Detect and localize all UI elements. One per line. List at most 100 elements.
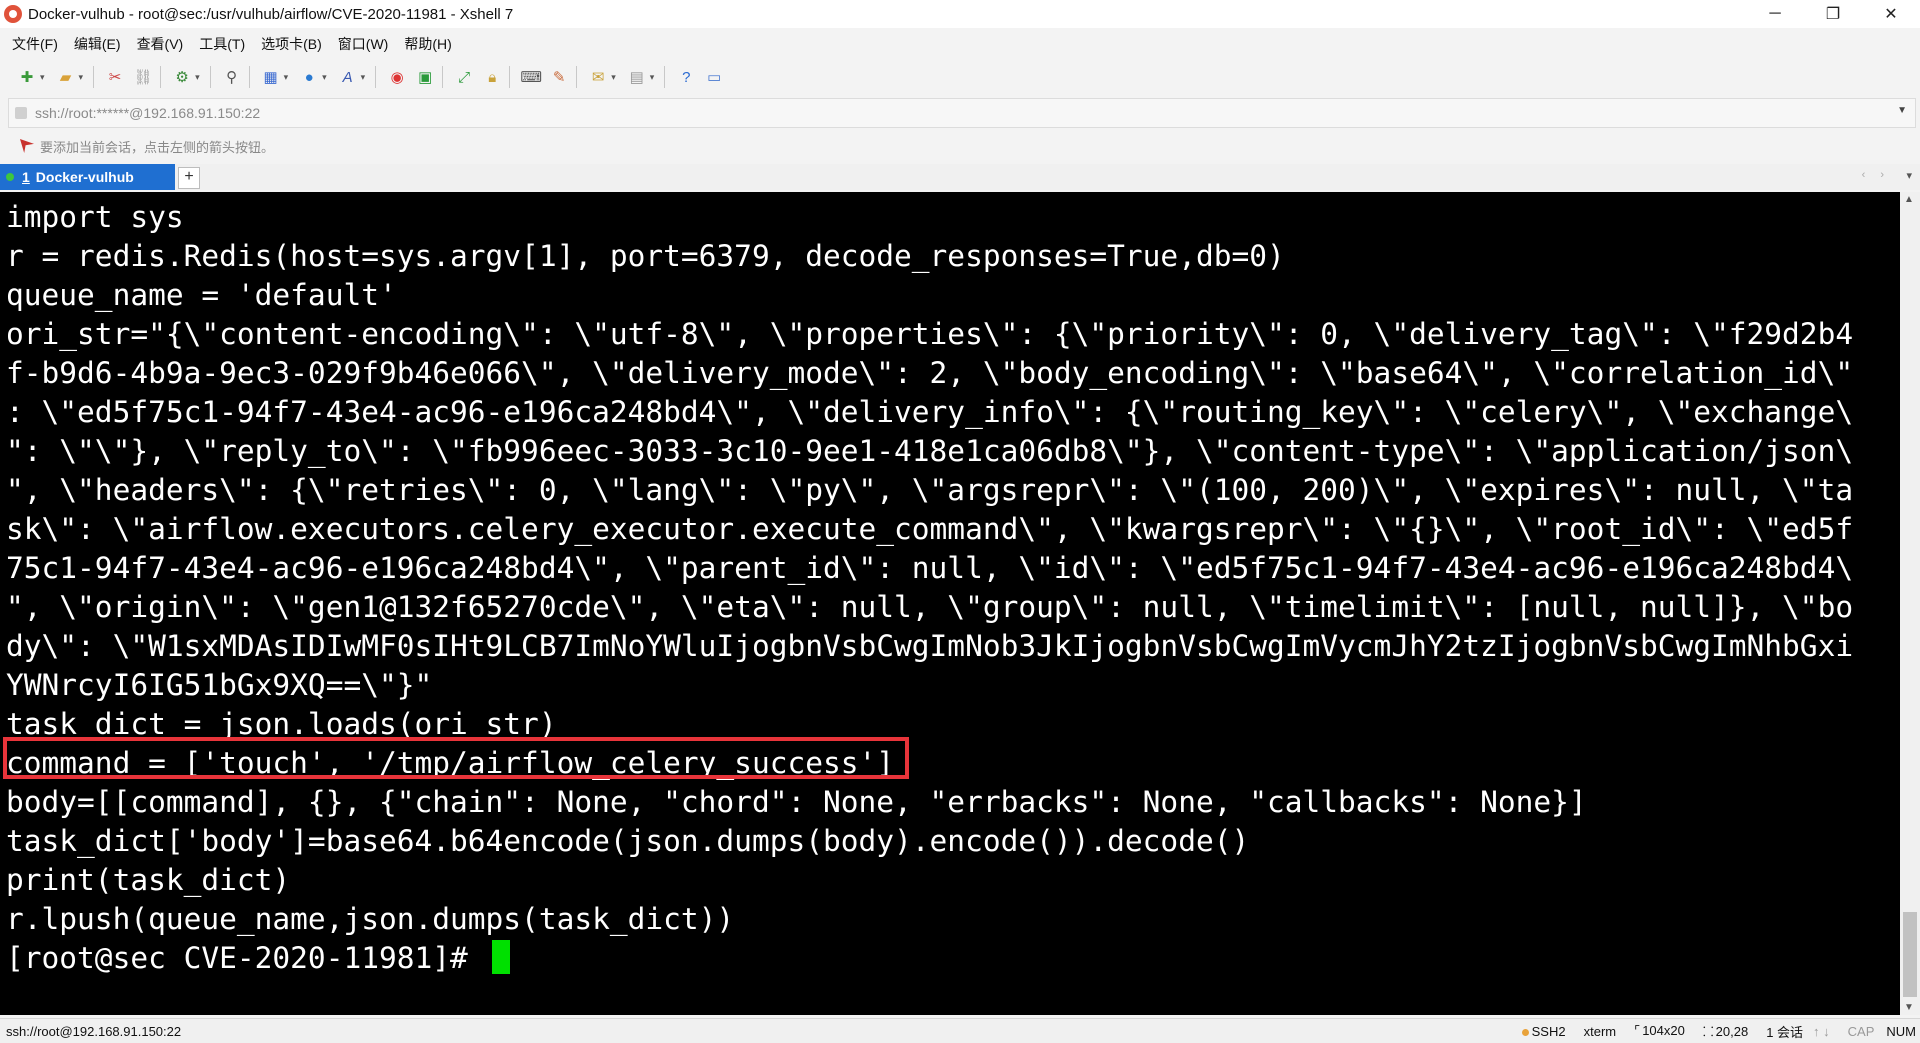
terminal-line: ", \"headers\": {\"retries\": 0, \"lang\… [6,473,1854,507]
terminal-line: r = redis.Redis(host=sys.argv[1], port=6… [6,239,1285,273]
properties-icon[interactable]: ⚙ [171,66,193,88]
chat-icon[interactable]: ▭ [703,66,725,88]
status-protocol-text: SSH2 [1531,1023,1566,1039]
status-connection: ssh://root@192.168.91.150:22 [6,1023,182,1039]
scroll-down-icon[interactable]: ▼ [1904,1002,1914,1013]
terminal-line: YWNrcyI6IG51bGx9XQ==\"}" [6,668,433,702]
shell-prompt: [root@sec CVE-2020-11981]# [6,941,486,975]
terminal-line: f-b9d6-4b9a-9ec3-029f9b46e066\", \"deliv… [6,356,1854,390]
help-icon[interactable]: ? [675,66,697,88]
terminal-line: r.lpush(queue_name,json.dumps(task_dict)… [6,902,735,936]
menu-file[interactable]: 文件(F) [12,34,58,54]
scroll-up-icon[interactable]: ▲ [1904,194,1914,205]
menu-tools[interactable]: 工具(T) [199,34,245,54]
terminal-line: queue_name = 'default' [6,278,397,312]
chevron-down-icon[interactable]: ▾ [40,72,45,83]
toolbar-separator [664,66,666,88]
scrollbar-thumb[interactable] [1903,912,1917,997]
terminal-line: : \"ed5f75c1-94f7-43e4-ac96-e196ca248bd4… [6,395,1854,429]
menu-tab[interactable]: 选项卡(B) [261,34,322,54]
terminal-line: dy\": \"W1sxMDAsIDIwMF0sIHt9LCB7ImNoYWlu… [6,629,1854,663]
status-size: ⌜ 104x20 [1634,1023,1685,1039]
connect-icon[interactable]: ✂ [104,66,126,88]
xftp-icon[interactable]: ▣ [414,66,436,88]
status-cursor-pos-text: 20,28 [1715,1024,1749,1039]
terminal-line: ori_str="{\"content-encoding\": \"utf-8\… [6,317,1854,351]
toolbar-separator [160,66,162,88]
terminal-line: body=[[command], {}, {"chain": None, "ch… [6,785,1587,819]
maximize-button[interactable]: ❐ [1804,0,1862,28]
close-button[interactable]: ✕ [1862,0,1920,28]
chevron-down-icon[interactable]: ▾ [195,72,200,83]
toolbar-separator [375,66,377,88]
fullscreen-icon[interactable]: ⤢ [453,66,475,88]
status-right-group: SSH2 xterm ⌜ 104x20 ⸬ 20,28 1 会话 ↑ ↓ CAP N… [1504,1019,1916,1043]
menu-help[interactable]: 帮助(H) [404,34,451,54]
terminal-line: ": \"\"}, \"reply_to\": \"fb996eec-3033-… [6,434,1854,468]
terminal-line: print(task_dict) [6,863,291,897]
window-controls: ─ ❐ ✕ [1746,0,1920,28]
tab-docker-vulhub[interactable]: 1 Docker-vulhub [0,164,175,190]
status-size-text: 104x20 [1642,1023,1685,1038]
xshell-app-icon[interactable] [4,5,22,23]
globe-icon[interactable]: ● [298,66,320,88]
lock-icon [15,107,27,119]
terminal-cursor [491,940,510,974]
terminal-line: 75c1-94f7-43e4-ac96-e196ca248bd4\", \"pa… [6,551,1854,585]
new-session-icon[interactable]: ✚ [16,66,38,88]
chevron-down-icon[interactable]: ▾ [650,72,655,83]
session-grid-icon[interactable]: ▤ [626,66,648,88]
toolbar-separator [248,66,250,88]
menu-edit[interactable]: 编辑(E) [74,34,121,54]
session-nav-arrows-icon[interactable]: ↑ ↓ [1813,1024,1830,1039]
tab-label: Docker-vulhub [35,169,134,185]
resize-icon: ⌜ [1634,1023,1641,1038]
address-bar[interactable]: ssh://root:******@192.168.91.150:22 ▼ [8,98,1916,128]
tab-nav-arrows[interactable]: ‹ › [1862,169,1890,181]
keyboard-icon[interactable]: ⌨ [520,66,542,88]
open-folder-icon[interactable]: ▰ [55,66,77,88]
chevron-down-icon[interactable]: ▾ [611,72,616,83]
terminal-line: sk\": \"airflow.executors.celery_executo… [6,512,1854,546]
tab-bar: 1 Docker-vulhub + ‹ › ▾ [0,164,1920,190]
terminal-line: import sys [6,200,184,234]
layout-icon[interactable]: ▦ [260,66,282,88]
connected-status-icon [6,173,14,181]
hint-bar: 要添加当前会话，点击左侧的箭头按钮。 [0,134,1920,158]
chevron-down-icon[interactable]: ▾ [79,72,84,83]
chevron-down-icon[interactable]: ▾ [361,72,366,83]
terminal-scrollbar[interactable]: ▲ ▼ [1900,192,1920,1015]
menu-bar: 文件(F) 编辑(E) 查看(V) 工具(T) 选项卡(B) 窗口(W) 帮助(… [0,32,468,56]
xshell-icon[interactable]: ◉ [386,66,408,88]
terminal-output: import sys r = redis.Redis(host=sys.argv… [6,198,1894,978]
toolbar-separator [442,66,444,88]
terminal-area[interactable]: import sys r = redis.Redis(host=sys.argv… [0,192,1900,1015]
status-sessions: 1 会话 [1766,1024,1804,1040]
minimize-button[interactable]: ─ [1746,0,1804,28]
status-bar: ssh://root@192.168.91.150:22 SSH2 xterm … [0,1018,1920,1043]
chevron-down-icon[interactable]: ▼ [1897,105,1907,116]
terminal-line: ", \"origin\": \"gen1@132f65270cde\", \"… [6,590,1854,624]
disconnect-icon[interactable]: ⛓ [132,66,154,88]
prompt-line[interactable]: [root@sec CVE-2020-11981]# [6,939,1894,978]
bookmark-arrow-icon[interactable] [20,139,34,153]
search-icon[interactable]: ⚲ [221,66,243,88]
menu-window[interactable]: 窗口(W) [338,34,389,54]
toolbar-separator [509,66,511,88]
chevron-down-icon[interactable]: ▾ [284,72,289,83]
font-icon[interactable]: A [337,66,359,88]
ssh-status-icon [1521,1028,1529,1036]
highlight-icon[interactable]: ✎ [548,66,570,88]
compose-icon[interactable]: ✉ [587,66,609,88]
menu-view[interactable]: 查看(V) [137,34,184,54]
cursor-pos-icon: ⸬ [1702,1024,1714,1039]
tab-menu-chevron-icon[interactable]: ▾ [1906,169,1912,182]
status-protocol: SSH2 [1521,1023,1566,1039]
window-title: Docker-vulhub - root@sec:/usr/vulhub/air… [28,5,514,23]
add-tab-button[interactable]: + [178,167,200,189]
lock-icon[interactable]: 🔒︎ [481,66,503,88]
chevron-down-icon[interactable]: ▾ [322,72,327,83]
status-terminal-type: xterm [1583,1023,1617,1039]
address-input[interactable]: ssh://root:******@192.168.91.150:22 [35,105,260,121]
toolbar-separator [576,66,578,88]
